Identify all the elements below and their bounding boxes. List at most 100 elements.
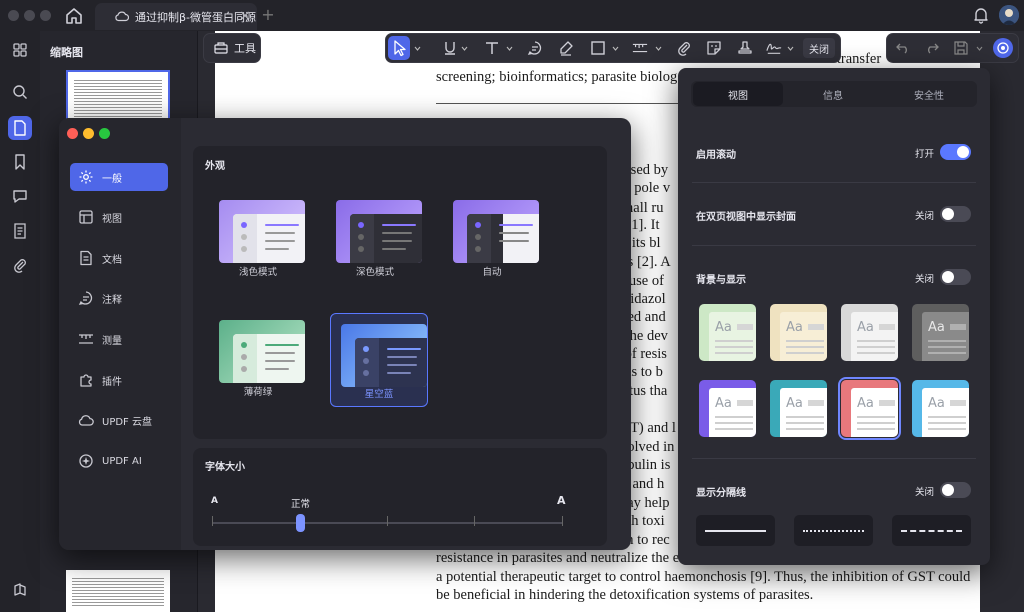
- ruler-icon: [79, 334, 93, 344]
- theme-light[interactable]: 浅色模式: [209, 190, 307, 284]
- pref-nav-general[interactable]: 一般: [70, 163, 168, 191]
- pref-nav-label: 注释: [102, 294, 122, 306]
- theme-dark[interactable]: 深色模式: [326, 190, 424, 284]
- font-size-small-label: A: [211, 496, 218, 506]
- save-icon: [954, 41, 968, 55]
- tab-info[interactable]: 信息: [788, 81, 878, 107]
- pref-nav-comments[interactable]: 注释: [70, 284, 168, 312]
- attach-tool-button[interactable]: [676, 40, 692, 56]
- prefs-close-button[interactable]: [67, 128, 78, 139]
- stamp-tool-button[interactable]: [737, 40, 753, 56]
- pref-nav-plugins[interactable]: 插件: [70, 366, 168, 394]
- separator-dotted-option[interactable]: [794, 515, 873, 546]
- swatch-line: [857, 352, 895, 354]
- pref-nav-view[interactable]: 视图: [70, 203, 168, 231]
- pref-nav-document[interactable]: 文档: [70, 244, 168, 272]
- pref-nav-measure[interactable]: 测量: [70, 325, 168, 353]
- text-tool-button[interactable]: [484, 40, 500, 56]
- separator-dashdot-option[interactable]: [892, 515, 971, 546]
- separator-solid-option[interactable]: [696, 515, 775, 546]
- home-icon[interactable]: [64, 6, 84, 26]
- comment-icon: [78, 291, 93, 305]
- show-cover-toggle[interactable]: [940, 206, 971, 222]
- window-zoom-dot[interactable]: [40, 10, 51, 21]
- nav-attachment-button[interactable]: [8, 253, 32, 277]
- save-button[interactable]: [953, 40, 969, 56]
- highlighter-tool-button[interactable]: [558, 40, 574, 56]
- window-close-dot[interactable]: [8, 10, 19, 21]
- font-size-slider-thumb[interactable]: [295, 514, 305, 532]
- select-tool-button[interactable]: [388, 36, 410, 60]
- user-avatar[interactable]: [999, 5, 1019, 25]
- signature-tool-button[interactable]: [766, 40, 782, 56]
- swatch-line: [928, 340, 966, 342]
- pref-nav-ai[interactable]: UPDF AI: [70, 447, 168, 475]
- window-minimize-dot[interactable]: [24, 10, 35, 21]
- chevron-down-icon[interactable]: [612, 46, 619, 51]
- measure-tool-button[interactable]: [632, 40, 648, 56]
- new-tab-icon[interactable]: +: [261, 6, 275, 24]
- theme-auto[interactable]: 自动: [443, 190, 541, 284]
- nav-attachments-list-button[interactable]: [8, 219, 32, 243]
- background-swatch[interactable]: Aa: [699, 304, 756, 361]
- sticker-icon: [707, 41, 721, 55]
- background-swatch[interactable]: Aa: [770, 380, 827, 437]
- tab-security[interactable]: 安全性: [884, 81, 974, 107]
- theme-mint[interactable]: 薄荷绿: [209, 310, 307, 404]
- chevron-down-icon[interactable]: [976, 46, 983, 51]
- undo-button[interactable]: [895, 40, 911, 56]
- chevron-down-icon[interactable]: [787, 46, 794, 51]
- background-swatch[interactable]: Aa: [912, 304, 969, 361]
- shape-tool-button[interactable]: [590, 40, 606, 56]
- background-swatch[interactable]: Aa: [770, 304, 827, 361]
- nav-search-button[interactable]: [8, 80, 32, 104]
- close-toolbar-button[interactable]: 关闭: [803, 38, 835, 58]
- textbox-tool-button[interactable]: [527, 40, 543, 56]
- undo-icon: [896, 43, 907, 54]
- view-settings-button[interactable]: [993, 38, 1013, 58]
- rectangle-icon: [591, 41, 605, 55]
- bell-icon[interactable]: [972, 6, 990, 24]
- prefs-zoom-button[interactable]: [99, 128, 110, 139]
- theme-label: 薄荷绿: [243, 387, 273, 398]
- swatch-line: [857, 422, 895, 424]
- pref-nav-cloud[interactable]: UPDF 云盘: [70, 406, 168, 434]
- sticker-tool-button[interactable]: [706, 40, 722, 56]
- background-swatch[interactable]: Aa: [841, 304, 898, 361]
- page-thumbnail[interactable]: [66, 570, 170, 612]
- nav-layers-button[interactable]: [8, 578, 32, 602]
- tab-view[interactable]: 视图: [693, 82, 783, 106]
- view-panel-tabs: 视图 信息 安全性: [691, 81, 977, 107]
- background-swatch[interactable]: Aa: [838, 377, 901, 440]
- pref-nav-label: 一般: [102, 173, 122, 185]
- swatch-sample-text: Aa: [928, 320, 945, 335]
- pref-nav-label: 视图: [102, 213, 122, 225]
- underline-tool-button[interactable]: [442, 40, 458, 56]
- pref-nav-label: UPDF 云盘: [102, 416, 152, 428]
- show-cover-label: 在双页视图中显示封面: [696, 212, 796, 223]
- nav-document-button[interactable]: [8, 116, 32, 140]
- chevron-down-icon[interactable]: [655, 46, 662, 51]
- separator-toggle[interactable]: [940, 482, 971, 498]
- background-swatch[interactable]: Aa: [699, 380, 756, 437]
- prefs-minimize-button[interactable]: [83, 128, 94, 139]
- nav-bookmark-button[interactable]: [8, 150, 32, 174]
- nav-comments-button[interactable]: [8, 184, 32, 208]
- chevron-down-icon[interactable]: [461, 46, 468, 51]
- theme-starry-blue[interactable]: 星空蓝: [330, 313, 428, 407]
- background-swatch[interactable]: Aa: [912, 380, 969, 437]
- pref-nav-label: 测量: [102, 335, 122, 347]
- document-icon: [14, 120, 26, 136]
- document-icon: [80, 250, 92, 266]
- cursor-icon: [394, 40, 406, 57]
- slider-tick: [212, 516, 213, 526]
- tools-button[interactable]: 工具: [203, 33, 261, 63]
- redo-button[interactable]: [924, 40, 940, 56]
- close-tab-icon[interactable]: ×: [238, 7, 252, 25]
- background-display-toggle[interactable]: [940, 269, 971, 285]
- enable-scroll-toggle[interactable]: [940, 144, 971, 160]
- chevron-down-icon[interactable]: [506, 46, 513, 51]
- nav-thumbnails-button[interactable]: [8, 38, 32, 62]
- avatar-image: [999, 5, 1019, 25]
- chevron-down-icon[interactable]: [414, 46, 421, 51]
